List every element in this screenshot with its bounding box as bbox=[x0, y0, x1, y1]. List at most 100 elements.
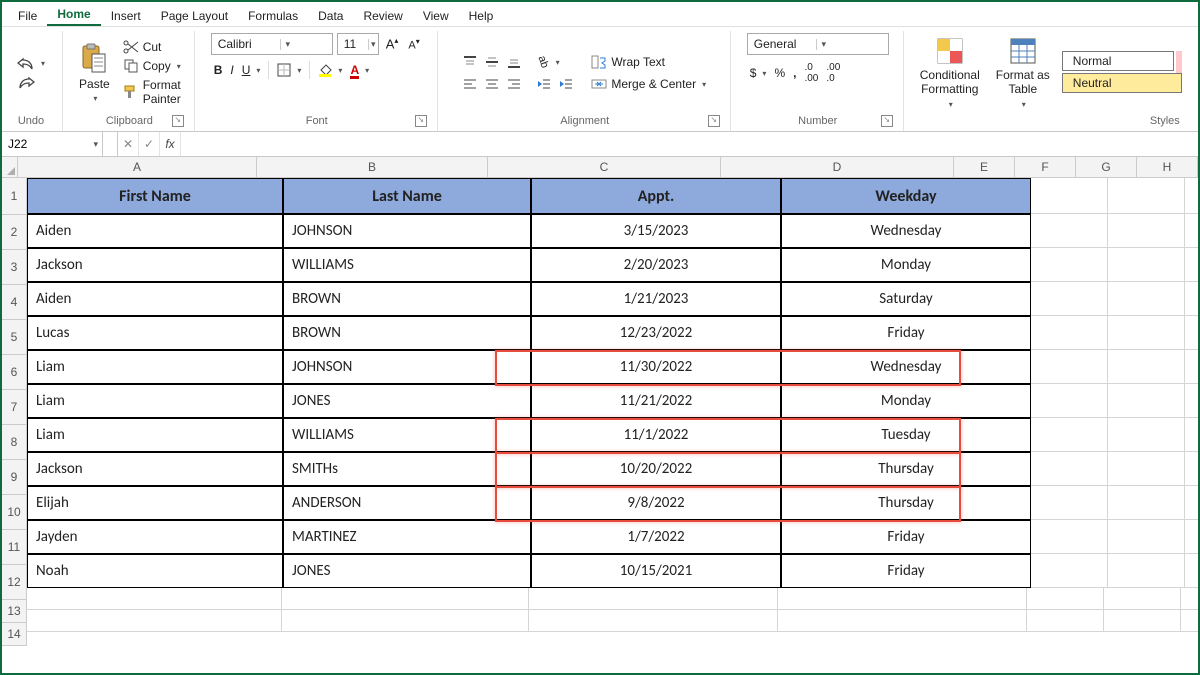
cell-A10[interactable]: Elijah bbox=[27, 486, 283, 520]
italic-button[interactable]: I bbox=[227, 62, 236, 78]
cell-A5[interactable]: Lucas bbox=[27, 316, 283, 350]
cell-F12[interactable] bbox=[1108, 554, 1185, 588]
cell-D3[interactable]: Monday bbox=[781, 248, 1031, 282]
cell-G2[interactable] bbox=[1185, 214, 1198, 248]
cell-D7[interactable]: Monday bbox=[781, 384, 1031, 418]
font-name-combo[interactable]: Calibri▾ bbox=[211, 33, 333, 55]
cell-B12[interactable]: JONES bbox=[283, 554, 531, 588]
cell-E1[interactable] bbox=[1031, 178, 1108, 214]
cell-E13[interactable] bbox=[1027, 588, 1104, 610]
row-header-3[interactable]: 3 bbox=[2, 250, 27, 285]
alignment-dialog-launcher[interactable]: ↘ bbox=[708, 115, 720, 127]
cell-A1[interactable]: First Name bbox=[27, 178, 283, 214]
cell-D9[interactable]: Thursday bbox=[781, 452, 1031, 486]
cell-F7[interactable] bbox=[1108, 384, 1185, 418]
cell-G1[interactable] bbox=[1185, 178, 1198, 214]
cell-B2[interactable]: JOHNSON bbox=[283, 214, 531, 248]
column-header-F[interactable]: F bbox=[1015, 157, 1076, 178]
menu-pagelayout[interactable]: Page Layout bbox=[151, 6, 238, 26]
name-box[interactable]: ▾ bbox=[2, 132, 103, 156]
cell-G13[interactable] bbox=[1181, 588, 1198, 610]
menu-file[interactable]: File bbox=[8, 6, 47, 26]
cell-A7[interactable]: Liam bbox=[27, 384, 283, 418]
cell-A13[interactable] bbox=[27, 588, 282, 610]
cell-B8[interactable]: WILLIAMS bbox=[283, 418, 531, 452]
cell-E11[interactable] bbox=[1031, 520, 1108, 554]
cell-F14[interactable] bbox=[1104, 610, 1181, 632]
increase-font-button[interactable]: A▴ bbox=[383, 35, 402, 52]
cell-F4[interactable] bbox=[1108, 282, 1185, 316]
cancel-formula-button[interactable]: ✕ bbox=[118, 132, 139, 156]
cut-button[interactable]: Cut bbox=[120, 39, 165, 55]
row-header-12[interactable]: 12 bbox=[2, 565, 27, 600]
cell-C14[interactable] bbox=[529, 610, 778, 632]
cell-E14[interactable] bbox=[1027, 610, 1104, 632]
copy-button[interactable]: Copy▾ bbox=[120, 58, 184, 74]
cell-E10[interactable] bbox=[1031, 486, 1108, 520]
cell-E6[interactable] bbox=[1031, 350, 1108, 384]
cell-G5[interactable] bbox=[1185, 316, 1198, 350]
cell-B7[interactable]: JONES bbox=[283, 384, 531, 418]
cell-D14[interactable] bbox=[778, 610, 1027, 632]
increase-indent-button[interactable] bbox=[556, 76, 576, 92]
select-all-corner[interactable] bbox=[2, 157, 18, 178]
menu-view[interactable]: View bbox=[413, 6, 459, 26]
align-top-button[interactable] bbox=[460, 54, 480, 70]
merge-center-button[interactable]: Merge & Center▾ bbox=[588, 76, 709, 92]
cell-D2[interactable]: Wednesday bbox=[781, 214, 1031, 248]
cell-B11[interactable]: MARTINEZ bbox=[283, 520, 531, 554]
cell-D13[interactable] bbox=[778, 588, 1027, 610]
column-header-E[interactable]: E bbox=[954, 157, 1015, 178]
wrap-text-button[interactable]: Wrap Text bbox=[588, 54, 668, 70]
insert-function-button[interactable]: fx bbox=[160, 132, 181, 156]
percent-format-button[interactable]: % bbox=[771, 61, 788, 85]
font-color-button[interactable]: A▾ bbox=[347, 62, 372, 78]
increase-decimal-button[interactable]: .0.00 bbox=[801, 61, 821, 85]
cell-C6[interactable]: 11/30/2022 bbox=[531, 350, 781, 384]
cell-G11[interactable] bbox=[1185, 520, 1198, 554]
cell-G10[interactable] bbox=[1185, 486, 1198, 520]
cell-F6[interactable] bbox=[1108, 350, 1185, 384]
cell-F11[interactable] bbox=[1108, 520, 1185, 554]
cell-B5[interactable]: BROWN bbox=[283, 316, 531, 350]
bold-button[interactable]: B bbox=[211, 62, 226, 78]
menu-data[interactable]: Data bbox=[308, 6, 353, 26]
cell-E3[interactable] bbox=[1031, 248, 1108, 282]
clipboard-dialog-launcher[interactable]: ↘ bbox=[172, 115, 184, 127]
cell-E8[interactable] bbox=[1031, 418, 1108, 452]
row-header-7[interactable]: 7 bbox=[2, 390, 27, 425]
cell-B14[interactable] bbox=[282, 610, 529, 632]
cell-C5[interactable]: 12/23/2022 bbox=[531, 316, 781, 350]
cell-G9[interactable] bbox=[1185, 452, 1198, 486]
cell-C1[interactable]: Appt. bbox=[531, 178, 781, 214]
align-bottom-button[interactable] bbox=[504, 54, 524, 70]
column-header-H[interactable]: H bbox=[1137, 157, 1198, 178]
cell-E2[interactable] bbox=[1031, 214, 1108, 248]
cell-G14[interactable] bbox=[1181, 610, 1198, 632]
cell-C2[interactable]: 3/15/2023 bbox=[531, 214, 781, 248]
column-header-A[interactable]: A bbox=[18, 157, 257, 178]
cell-A3[interactable]: Jackson bbox=[27, 248, 283, 282]
font-size-combo[interactable]: 11▾ bbox=[337, 33, 379, 55]
font-dialog-launcher[interactable]: ↘ bbox=[415, 115, 427, 127]
column-header-B[interactable]: B bbox=[257, 157, 488, 178]
cell-F3[interactable] bbox=[1108, 248, 1185, 282]
cell-B10[interactable]: ANDERSON bbox=[283, 486, 531, 520]
align-middle-button[interactable] bbox=[482, 54, 502, 70]
cell-D5[interactable]: Friday bbox=[781, 316, 1031, 350]
decrease-font-button[interactable]: A▾ bbox=[405, 36, 422, 53]
cell-B13[interactable] bbox=[282, 588, 529, 610]
decrease-decimal-button[interactable]: .00.0 bbox=[823, 61, 843, 85]
name-box-input[interactable] bbox=[6, 136, 70, 152]
undo-button[interactable]: ▾ bbox=[14, 56, 48, 72]
align-center-button[interactable] bbox=[482, 76, 502, 92]
cell-style-neutral[interactable]: Neutral bbox=[1062, 73, 1182, 93]
decrease-indent-button[interactable] bbox=[534, 76, 554, 92]
underline-button[interactable]: U▾ bbox=[239, 62, 264, 78]
cell-F1[interactable] bbox=[1108, 178, 1185, 214]
cell-G12[interactable] bbox=[1185, 554, 1198, 588]
cell-C11[interactable]: 1/7/2022 bbox=[531, 520, 781, 554]
row-header-13[interactable]: 13 bbox=[2, 600, 27, 623]
menu-home[interactable]: Home bbox=[47, 4, 100, 26]
cell-C10[interactable]: 9/8/2022 bbox=[531, 486, 781, 520]
